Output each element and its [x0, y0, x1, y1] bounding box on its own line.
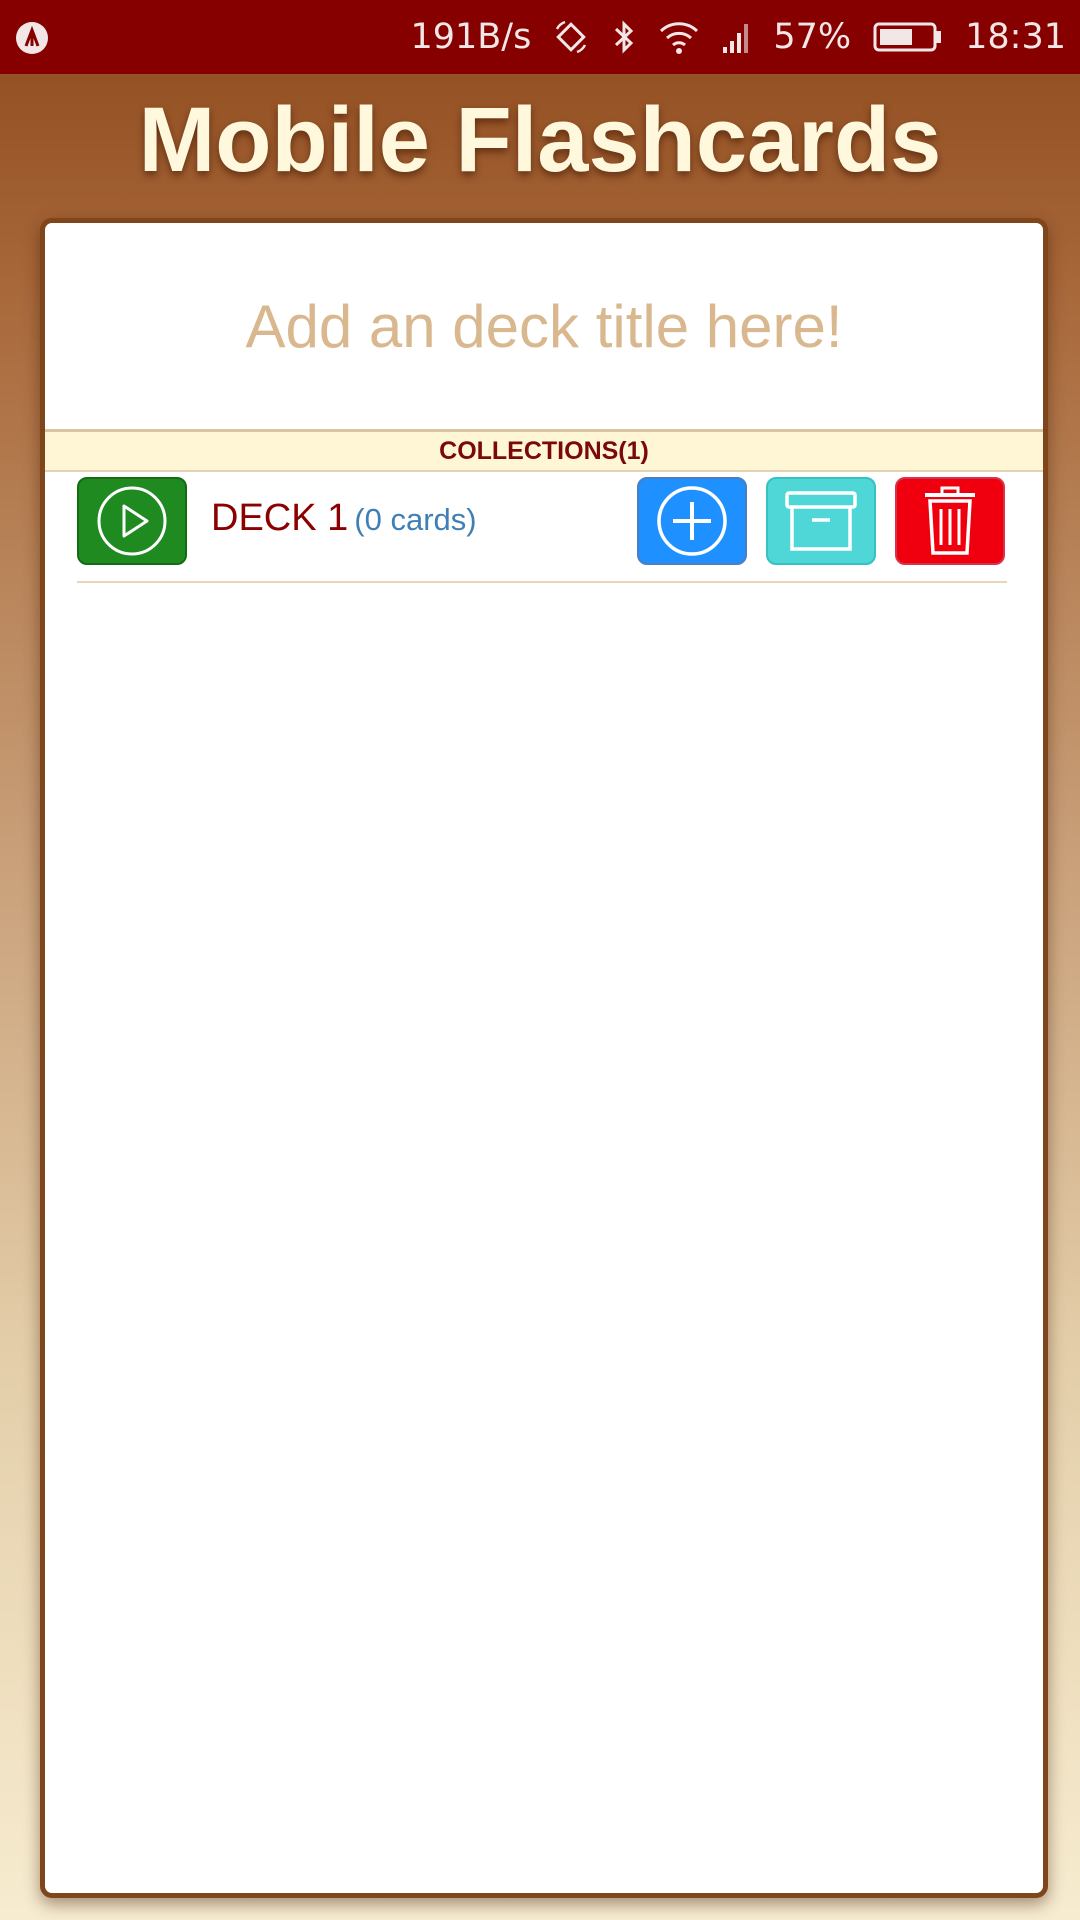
deck-row: DECK 1 (0 cards)	[77, 477, 1007, 583]
collections-header: COLLECTIONS(1)	[45, 429, 1043, 472]
deck-title: DECK 1	[211, 497, 349, 539]
play-icon	[97, 486, 167, 556]
archive-deck-button[interactable]	[766, 477, 876, 565]
play-deck-button[interactable]	[77, 477, 187, 565]
app-title: Mobile Flashcards	[138, 89, 942, 191]
trash-icon	[925, 486, 975, 555]
status-bar: 191B/s 57% 18:31	[0, 0, 1080, 74]
main-panel: COLLECTIONS(1) DECK 1(0 cards)	[40, 218, 1048, 1898]
wifi-icon	[659, 19, 699, 55]
network-speed: 191B/s	[410, 17, 532, 57]
archive-icon	[785, 491, 857, 551]
deck-name[interactable]: DECK 1 (0 cards)	[211, 497, 477, 540]
add-card-button[interactable]	[637, 477, 747, 565]
plus-circle-icon	[657, 486, 727, 556]
status-indicators: 191B/s 57% 18:31	[410, 0, 1066, 74]
signal-icon	[721, 19, 751, 55]
delete-deck-button[interactable]	[895, 477, 1005, 565]
app-notification-icon	[14, 20, 50, 56]
clock: 18:31	[965, 17, 1066, 57]
battery-percent: 57%	[773, 17, 852, 57]
bluetooth-icon	[611, 19, 637, 55]
deck-card-count: (0 cards)	[354, 502, 477, 537]
deck-title-input[interactable]	[45, 223, 1043, 429]
rotate-icon	[553, 19, 589, 55]
battery-icon	[873, 19, 943, 55]
